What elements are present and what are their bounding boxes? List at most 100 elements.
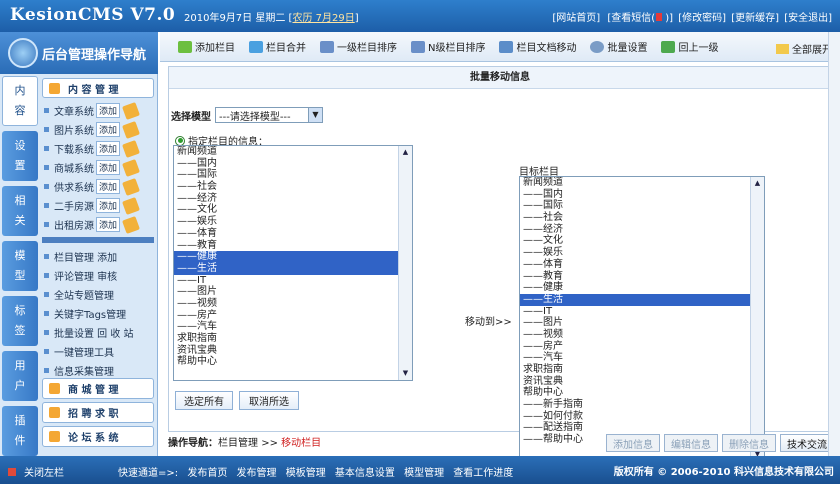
menu-item-tool[interactable]: 批量设置 回 收 站 xyxy=(42,323,154,342)
list-option[interactable]: ——生活 xyxy=(520,293,764,306)
select-all-button[interactable]: 选定所有 xyxy=(175,391,233,410)
expand-all-button[interactable]: 全部展开 xyxy=(776,41,832,56)
list-option[interactable]: ——体育 xyxy=(520,259,764,271)
edit-icon[interactable] xyxy=(122,158,140,177)
edit-info-button[interactable]: 编辑信息 xyxy=(664,434,718,452)
list-option[interactable]: ——社会 xyxy=(520,212,764,224)
collapse-bar[interactable] xyxy=(42,237,154,243)
add-button[interactable]: 添加 xyxy=(96,160,120,175)
tab-settings[interactable]: 设置 xyxy=(2,131,38,181)
list-option[interactable]: ——图片 xyxy=(174,286,412,298)
list-option[interactable]: ——国际 xyxy=(520,200,764,212)
menu-item-label[interactable]: 商城系统 xyxy=(54,160,96,175)
tab-related[interactable]: 相关 xyxy=(2,186,38,236)
list-option[interactable]: 求职指南 xyxy=(520,364,764,376)
quick-link[interactable]: 模板管理 xyxy=(286,468,326,479)
deselect-all-button[interactable]: 取消所选 xyxy=(239,391,299,410)
edit-icon[interactable] xyxy=(122,139,140,158)
list-option[interactable]: ——国内 xyxy=(520,189,764,201)
list-option[interactable]: ——房产 xyxy=(520,341,764,353)
edit-icon[interactable] xyxy=(122,101,140,120)
close-left-panel-button[interactable]: 关闭左栏 xyxy=(8,464,64,479)
menu-item-label[interactable]: 出租房源 xyxy=(54,217,96,232)
quick-link[interactable]: 发布管理 xyxy=(237,468,277,479)
list-option[interactable]: ——社会 xyxy=(174,181,412,193)
edit-icon[interactable] xyxy=(122,215,140,234)
scroll-down-icon[interactable]: ▼ xyxy=(399,367,412,380)
add-button[interactable]: 添加 xyxy=(96,198,120,213)
add-button[interactable]: 添加 xyxy=(96,217,120,232)
quick-link[interactable]: 发布首页 xyxy=(187,468,227,479)
move-to-button[interactable]: 移动到>> xyxy=(465,313,512,328)
update-cache-link[interactable]: [更新缓存] xyxy=(731,13,779,24)
batch-settings-button[interactable]: 批量设置 xyxy=(590,39,647,54)
menu-item-tool[interactable]: 一键管理工具 xyxy=(42,342,154,361)
list-option[interactable]: ——生活 xyxy=(174,262,412,275)
scrollbar[interactable]: ▲ ▼ xyxy=(750,177,764,461)
tab-plugins[interactable]: 插件 xyxy=(2,406,38,456)
scroll-up-icon[interactable]: ▲ xyxy=(751,177,764,190)
list-option[interactable]: ——教育 xyxy=(174,240,412,252)
list-option[interactable]: ——体育 xyxy=(174,228,412,240)
section-shop[interactable]: 商 城 管 理 xyxy=(42,378,154,399)
list-option[interactable]: ——健康 xyxy=(520,282,764,294)
menu-item-tool[interactable]: 关键字Tags管理 xyxy=(42,304,154,323)
list-option[interactable]: ——IT xyxy=(520,306,764,318)
radio-selected[interactable] xyxy=(175,135,185,146)
menu-item-label[interactable]: 图片系统 xyxy=(54,122,96,137)
add-column-button[interactable]: 添加栏目 xyxy=(178,39,235,54)
model-select[interactable]: ---请选择模型--- ▼ xyxy=(215,107,323,123)
logout-link[interactable]: [安全退出] xyxy=(784,13,832,24)
list-option[interactable]: ——视频 xyxy=(520,329,764,341)
list-option[interactable]: ——如何付款 xyxy=(520,411,764,423)
tab-models[interactable]: 模型 xyxy=(2,241,38,291)
edit-icon[interactable] xyxy=(122,120,140,139)
add-button[interactable]: 添加 xyxy=(96,122,120,137)
list-option[interactable]: 帮助中心 xyxy=(174,356,412,368)
tab-tags[interactable]: 标签 xyxy=(2,296,38,346)
section-forum[interactable]: 论 坛 系 统 xyxy=(42,426,154,447)
tab-users[interactable]: 用户 xyxy=(2,351,38,401)
merge-column-button[interactable]: 栏目合并 xyxy=(249,39,306,54)
up-level-button[interactable]: 回上一级 xyxy=(661,39,718,54)
menu-item-label[interactable]: 下载系统 xyxy=(54,141,96,156)
list-option[interactable]: ——经济 xyxy=(174,193,412,205)
lunar-date-link[interactable]: 农历 7月29日 xyxy=(292,13,354,24)
menu-item-label[interactable]: 二手房源 xyxy=(54,198,96,213)
list-option[interactable]: 资讯宝典 xyxy=(174,345,412,357)
list-option[interactable]: ——房产 xyxy=(174,310,412,322)
list-option[interactable]: 新闻频道 xyxy=(174,146,412,158)
list-option[interactable]: ——图片 xyxy=(520,317,764,329)
sort-level1-button[interactable]: 一级栏目排序 xyxy=(320,39,397,54)
list-option[interactable]: ——文化 xyxy=(174,204,412,216)
list-option[interactable]: ——娱乐 xyxy=(174,216,412,228)
tech-exchange-button[interactable]: 技术交流 xyxy=(780,434,834,452)
list-option[interactable]: 帮助中心 xyxy=(520,387,764,399)
menu-item-label[interactable]: 文章系统 xyxy=(54,103,96,118)
delete-info-button[interactable]: 删除信息 xyxy=(722,434,776,452)
change-password-link[interactable]: [修改密码] xyxy=(678,13,726,24)
list-option[interactable]: ——汽车 xyxy=(174,321,412,333)
list-option[interactable]: ——视频 xyxy=(174,298,412,310)
sort-nlevel-button[interactable]: N级栏目排序 xyxy=(411,39,485,54)
list-option[interactable]: ——文化 xyxy=(520,235,764,247)
list-option[interactable]: ——配送指南 xyxy=(520,422,764,434)
list-option[interactable]: ——健康 xyxy=(174,251,412,263)
list-option[interactable]: ——国际 xyxy=(174,169,412,181)
move-docs-button[interactable]: 栏目文档移动 xyxy=(499,39,576,54)
breadcrumb-link[interactable]: 栏目管理 xyxy=(218,438,258,449)
tab-content[interactable]: 内容 xyxy=(2,76,38,126)
messages-link[interactable]: [查看短信()] xyxy=(605,13,673,24)
edit-icon[interactable] xyxy=(122,177,140,196)
menu-item-tool[interactable]: 栏目管理 添加 xyxy=(42,247,154,266)
site-home-link[interactable]: [网站首页] xyxy=(552,13,600,24)
list-option[interactable]: ——国内 xyxy=(174,158,412,170)
section-content-management[interactable]: 内 容 管 理 xyxy=(42,78,154,98)
menu-item-label[interactable]: 供求系统 xyxy=(54,179,96,194)
menu-item-tool[interactable]: 评论管理 审核 xyxy=(42,266,154,285)
add-button[interactable]: 添加 xyxy=(96,141,120,156)
list-option[interactable]: ——新手指南 xyxy=(520,399,764,411)
list-option[interactable]: 新闻频道 xyxy=(520,177,764,189)
list-option[interactable]: ——娱乐 xyxy=(520,247,764,259)
source-column-list[interactable]: 新闻频道 ——国内 ——国际 ——社会 ——经济 ——文化 ——娱乐 ——体育 ——教育 ——健康… xyxy=(173,145,413,381)
